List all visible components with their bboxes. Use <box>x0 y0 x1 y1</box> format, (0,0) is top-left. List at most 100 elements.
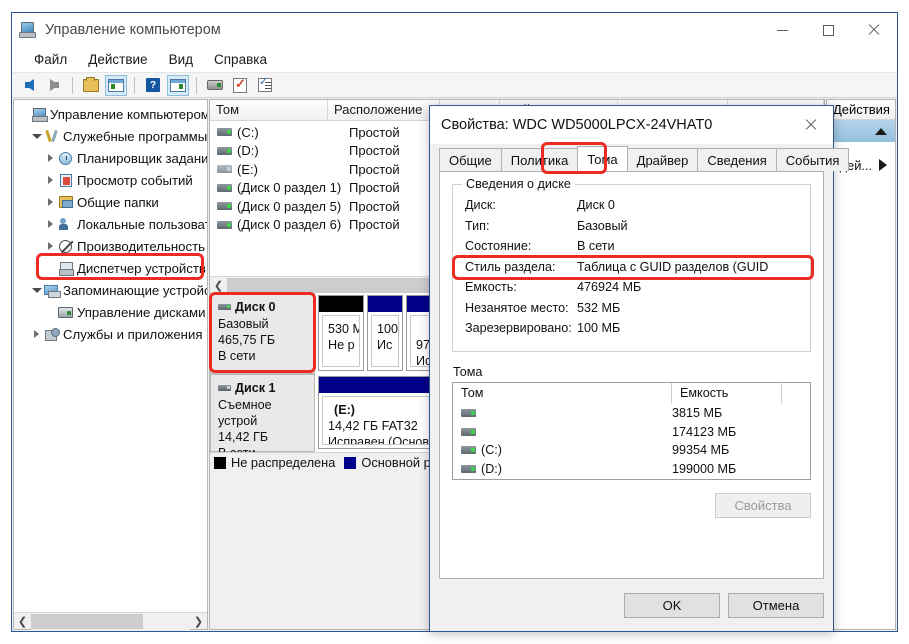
title-bar: Управление компьютером <box>12 13 897 47</box>
scroll-right-button[interactable]: ❯ <box>190 613 207 630</box>
tree-item-task-scheduler[interactable]: Планировщик заданий <box>14 147 207 169</box>
partition-body: 530 М Не р <box>322 315 360 367</box>
volume-icon <box>461 409 476 417</box>
column-header-volume[interactable]: Том <box>453 383 672 404</box>
tree-item-storage[interactable]: Запоминающие устройст <box>14 279 207 301</box>
twisty-open-icon[interactable] <box>30 134 43 139</box>
list-item[interactable]: (D:) 199000 МБ <box>453 460 810 479</box>
info-key: Стиль раздела: <box>465 260 577 274</box>
actions-selected-row[interactable] <box>827 120 895 142</box>
menu-item-view[interactable]: Вид <box>160 50 202 69</box>
close-button[interactable] <box>851 13 897 47</box>
cancel-button[interactable]: Отмена <box>728 593 824 618</box>
twisty-closed-icon[interactable] <box>44 154 57 162</box>
info-row-reserved: Зарезервировано: 100 МБ <box>465 318 798 339</box>
menu-item-help[interactable]: Справка <box>205 50 276 69</box>
info-value: 476924 МБ <box>577 280 641 294</box>
tab-policy[interactable]: Политика <box>501 148 579 171</box>
column-header-capacity[interactable]: Емкость <box>672 383 782 404</box>
disk-name-row-0: Диск 0 <box>218 299 314 315</box>
tree-item-event-viewer[interactable]: Просмотр событий <box>14 169 207 191</box>
volume-icon <box>217 147 232 155</box>
twisty-closed-icon[interactable] <box>44 242 57 250</box>
tree-item-computer-management[interactable]: Управление компьютером (л <box>14 103 207 125</box>
checklist-button[interactable] <box>229 75 251 96</box>
tab-volumes[interactable]: Тома <box>577 146 627 171</box>
forward-button[interactable] <box>43 75 65 96</box>
window-controls <box>759 13 897 47</box>
twisty-closed-icon[interactable] <box>44 220 57 228</box>
list-item[interactable]: 174123 МБ <box>453 422 810 441</box>
tab-general[interactable]: Общие <box>439 148 502 171</box>
maximize-icon <box>823 25 834 36</box>
twisty-open-icon[interactable] <box>30 288 43 293</box>
tree-item-shared-folders[interactable]: Общие папки <box>14 191 207 213</box>
tab-driver[interactable]: Драйвер <box>627 148 699 171</box>
ok-button[interactable]: OK <box>624 593 720 618</box>
twisty-closed-icon[interactable] <box>44 176 57 184</box>
properties-list-button[interactable] <box>254 75 276 96</box>
tab-details[interactable]: Сведения <box>697 148 776 171</box>
disk-info-panel-0[interactable]: Диск 0 Базовый 465,75 ГБ В сети <box>210 293 315 374</box>
tab-events[interactable]: События <box>776 148 850 171</box>
scroll-thumb[interactable] <box>31 614 143 629</box>
tree-item-label: Планировщик заданий <box>77 151 207 166</box>
minimize-button[interactable] <box>759 13 805 47</box>
volume-properties-button[interactable]: Свойства <box>715 493 811 518</box>
partition-recovery[interactable]: 100 Ис <box>367 295 403 371</box>
tree-item-label: Службы и приложения <box>63 327 202 342</box>
info-key: Тип: <box>465 219 577 233</box>
tree-item-local-users[interactable]: Локальные пользовате <box>14 213 207 235</box>
dialog-close-button[interactable] <box>789 106 833 144</box>
show-actions-pane-button[interactable] <box>167 75 189 96</box>
legend-swatch-primary <box>344 457 356 469</box>
partition-unallocated[interactable]: 530 М Не р <box>318 295 364 371</box>
twisty-closed-icon[interactable] <box>30 330 43 338</box>
volume-icon <box>217 184 232 192</box>
partition-cap <box>319 296 363 312</box>
tree-item-performance[interactable]: Производительность <box>14 235 207 257</box>
maximize-button[interactable] <box>805 13 851 47</box>
partition-body: 100 Ис <box>371 315 399 367</box>
dialog-volumes-list[interactable]: Том Емкость 3815 МБ 174123 МБ (C:) 99354… <box>452 382 811 480</box>
actions-pane: Действия е дей... <box>826 99 896 630</box>
close-icon <box>868 24 880 36</box>
back-button[interactable] <box>18 75 40 96</box>
menu-item-file[interactable]: Файл <box>25 50 76 69</box>
column-header-volume[interactable]: Том <box>210 100 328 120</box>
tree-horizontal-scrollbar[interactable]: ❮ ❯ <box>14 612 207 629</box>
connect-device-button[interactable] <box>204 75 226 96</box>
tree-item-system-tools[interactable]: Служебные программы <box>14 125 207 147</box>
tree-item-services-and-applications[interactable]: Службы и приложения <box>14 323 207 345</box>
tree-item-label: Управление компьютером (л <box>50 107 207 122</box>
cell-capacity: 99354 МБ <box>672 443 782 457</box>
scroll-track[interactable] <box>31 613 190 630</box>
scroll-left-button[interactable]: ❮ <box>210 277 227 294</box>
column-header-layout[interactable]: Расположение <box>328 100 440 120</box>
show-tree-pane-button[interactable] <box>105 75 127 96</box>
tree-item-disk-management[interactable]: Управление дисками <box>14 301 207 323</box>
triangle-up-icon[interactable] <box>875 128 887 135</box>
list-item[interactable]: 3815 МБ <box>453 404 810 423</box>
menu-item-action[interactable]: Действие <box>79 50 156 69</box>
menu-bar: Файл Действие Вид Справка <box>12 47 897 73</box>
minimize-icon <box>777 30 788 31</box>
dialog-volumes-header: Том Емкость <box>453 383 810 404</box>
disk-status: В сети <box>218 348 314 364</box>
clock-icon <box>57 152 74 165</box>
up-folder-button[interactable] <box>80 75 102 96</box>
twisty-closed-icon[interactable] <box>44 198 57 206</box>
users-icon <box>57 218 74 231</box>
dialog-title: Свойства: WDC WD5000LPCX-24VHAT0 <box>441 117 712 133</box>
scroll-left-button[interactable]: ❮ <box>14 613 31 630</box>
info-key: Диск: <box>465 198 577 212</box>
triangle-right-icon[interactable] <box>879 159 887 171</box>
help-button[interactable]: ? <box>142 75 164 96</box>
disk-info-panel-1[interactable]: Диск 1 Съемное устрой 14,42 ГБ В сети <box>210 374 315 452</box>
info-row-disk: Диск: Диск 0 <box>465 195 798 216</box>
show-actions-pane-icon <box>170 79 186 92</box>
tree-item-device-manager[interactable]: Диспетчер устройств <box>14 257 207 279</box>
list-item[interactable]: (C:) 99354 МБ <box>453 441 810 460</box>
dialog-title-bar: Свойства: WDC WD5000LPCX-24VHAT0 <box>430 106 833 144</box>
cell-volume: (C:) <box>453 443 672 457</box>
